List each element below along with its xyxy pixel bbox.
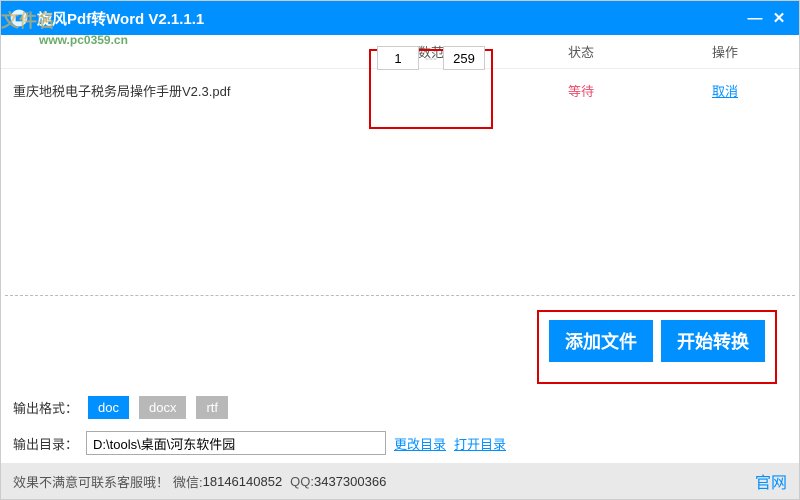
format-row: 输出格式： doc docx rtf xyxy=(13,396,787,419)
range-dash: --- xyxy=(425,51,437,65)
start-convert-button[interactable]: 开始转换 xyxy=(661,320,765,362)
change-dir-link[interactable]: 更改目录 xyxy=(394,434,446,453)
table-row: 重庆地税电子税务局操作手册V2.3.pdf --- 等待 取消 xyxy=(1,69,799,111)
footer-wechat-label: 微信: xyxy=(173,472,203,491)
row-range: --- xyxy=(351,51,511,130)
format-rtf-button[interactable]: rtf xyxy=(196,396,228,419)
output-dir-label: 输出目录： xyxy=(13,434,78,453)
add-file-button[interactable]: 添加文件 xyxy=(549,320,653,362)
header-status: 状态 xyxy=(511,42,651,61)
page-to-input[interactable] xyxy=(443,46,485,70)
minimize-button[interactable]: — xyxy=(743,10,767,27)
footer-qq-label: QQ: xyxy=(290,474,314,489)
cancel-link[interactable]: 取消 xyxy=(712,84,738,99)
app-logo-icon xyxy=(9,8,29,28)
row-filename: 重庆地税电子税务局操作手册V2.3.pdf xyxy=(1,81,351,100)
action-highlight-box: 添加文件 开始转换 xyxy=(537,310,777,384)
format-doc-button[interactable]: doc xyxy=(88,396,129,419)
footer-text: 效果不满意可联系客服哦！ xyxy=(13,472,169,491)
footer-wechat: 18146140852 xyxy=(203,474,283,489)
app-title: 旋风Pdf转Word V2.1.1.1 xyxy=(37,8,743,29)
titlebar: 旋风Pdf转Word V2.1.1.1 — ✕ 文件名 www.pc0359.c… xyxy=(1,1,799,35)
output-dir-row: 输出目录： 更改目录 打开目录 xyxy=(13,431,787,455)
close-button[interactable]: ✕ xyxy=(767,9,791,27)
range-highlight-box: --- xyxy=(369,49,493,129)
footer-qq: 3437300366 xyxy=(314,474,386,489)
list-spacer xyxy=(1,111,799,295)
format-label: 输出格式： xyxy=(13,398,78,417)
header-op: 操作 xyxy=(651,42,799,61)
page-from-input[interactable] xyxy=(377,46,419,70)
format-docx-button[interactable]: docx xyxy=(139,396,186,419)
open-dir-link[interactable]: 打开目录 xyxy=(454,434,506,453)
row-status: 等待 xyxy=(511,81,651,100)
bottom-panel: 添加文件 开始转换 输出格式： doc docx rtf 输出目录： 更改目录 … xyxy=(1,296,799,463)
footer-bar: 效果不满意可联系客服哦！ 微信: 18146140852 QQ: 3437300… xyxy=(1,463,799,499)
output-dir-input[interactable] xyxy=(86,431,386,455)
official-site-link[interactable]: 官网 xyxy=(755,469,787,493)
